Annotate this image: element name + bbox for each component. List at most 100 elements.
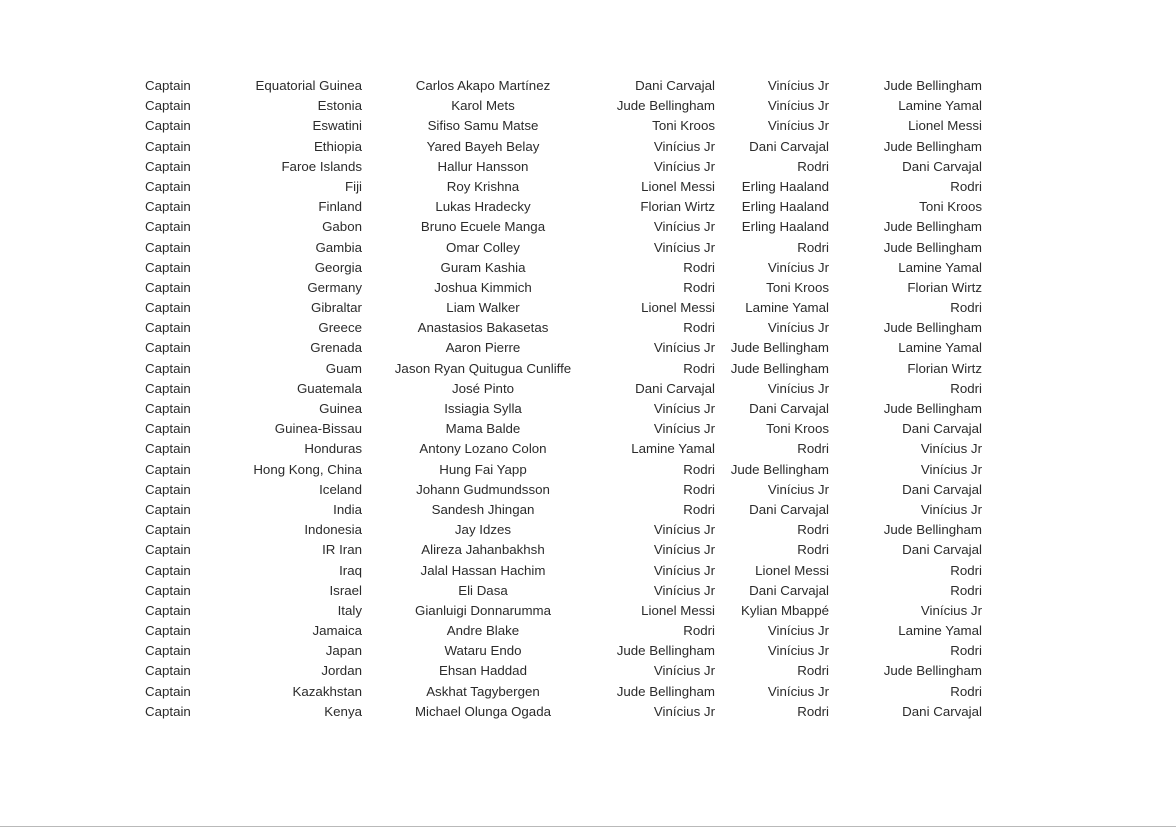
- table-row: Captain Estonia Karol Mets Jude Bellingham V…: [145, 96, 983, 116]
- cell-country: Gabon: [322, 219, 362, 235]
- table-row: Captain Georgia Guram Kashia Rodri Vinícius …: [145, 258, 983, 278]
- cell-role: Captain: [145, 78, 191, 93]
- table-row: Captain Iceland Johann Gudmundsson Rodri Vin…: [145, 480, 983, 500]
- cell-captain: Aaron Pierre: [445, 340, 521, 356]
- cell-captain: Sifiso Samu Matse: [427, 118, 539, 134]
- cell-player2: Vinícius Jr: [767, 481, 829, 497]
- cell-role: Captain: [145, 138, 191, 154]
- cell-player1: Rodri: [683, 623, 715, 639]
- cell-player1: Vinícius Jr: [653, 239, 715, 255]
- cell-player2: Dani Carvajal: [749, 501, 829, 517]
- table-row: Captain Faroe Islands Hallur Hansson Viníci…: [145, 157, 983, 177]
- cell-captain: Carlos Akapo Martínez: [415, 78, 551, 93]
- cell-role: Captain: [145, 259, 191, 275]
- table-row: Captain Jamaica Andre Blake Rodri Vinícius J…: [145, 621, 983, 641]
- cell-player3: Dani Carvajal: [902, 542, 982, 558]
- table-row: Captain Hong Kong, China Hung Fai Yapp Rodr…: [145, 460, 983, 480]
- cell-player2: Jude Bellingham: [730, 360, 829, 376]
- cell-player3: Toni Kroos: [919, 199, 982, 215]
- cell-role: Captain: [145, 178, 191, 194]
- cell-player1: Rodri: [683, 279, 715, 295]
- cell-captain: Wataru Endo: [444, 643, 522, 659]
- cell-captain: Jason Ryan Quitugua Cunliffe: [394, 360, 572, 376]
- cell-player1: Lamine Yamal: [631, 441, 715, 457]
- cell-player3: Rodri: [950, 562, 982, 578]
- cell-role: Captain: [145, 481, 191, 497]
- cell-player1: Vinícius Jr: [653, 542, 715, 558]
- cell-player1: Rodri: [683, 501, 715, 517]
- cell-country: Indonesia: [304, 522, 362, 538]
- cell-player2: Jude Bellingham: [730, 340, 829, 356]
- cell-player1: Vinícius Jr: [653, 158, 715, 174]
- cell-role: Captain: [145, 239, 191, 255]
- cell-player1: Jude Bellingham: [616, 643, 715, 659]
- cell-captain: Andre Blake: [446, 623, 520, 639]
- cell-role: Captain: [145, 582, 191, 598]
- cell-player3: Jude Bellingham: [883, 663, 982, 679]
- cell-captain: Ehsan Haddad: [439, 663, 527, 679]
- cell-player2: Vinícius Jr: [767, 320, 829, 336]
- cell-captain: Johann Gudmundsson: [416, 481, 550, 497]
- cell-player1: Toni Kroos: [652, 118, 715, 134]
- cell-country: Eswatini: [312, 118, 362, 134]
- cell-captain: Askhat Tagybergen: [426, 683, 540, 699]
- cell-player1: Vinícius Jr: [653, 562, 715, 578]
- cell-player3: Vinícius Jr: [920, 461, 982, 477]
- cell-player3: Lionel Messi: [908, 118, 982, 134]
- cell-role: Captain: [145, 360, 191, 376]
- cell-country: Japan: [325, 643, 362, 659]
- cell-role: Captain: [145, 219, 191, 235]
- cell-player1: Vinícius Jr: [653, 340, 715, 356]
- cell-player1: Rodri: [683, 360, 715, 376]
- cell-player2: Vinícius Jr: [767, 78, 829, 93]
- cell-player1: Vinícius Jr: [653, 219, 715, 235]
- cell-captain: Roy Krishna: [446, 178, 520, 194]
- cell-role: Captain: [145, 401, 191, 416]
- cell-player3: Jude Bellingham: [883, 401, 982, 416]
- cell-player3: Dani Carvajal: [902, 703, 982, 719]
- cell-captain: Joshua Kimmich: [434, 279, 532, 295]
- cell-player3: Florian Wirtz: [907, 360, 982, 376]
- cell-player1: Lionel Messi: [641, 602, 715, 618]
- cell-player2: Rodri: [797, 663, 829, 679]
- cell-captain: Eli Dasa: [458, 582, 508, 598]
- cell-player1: Lionel Messi: [641, 178, 715, 194]
- cell-captain: Mama Balde: [445, 421, 521, 437]
- table-row: Captain Gambia Omar Colley Vinícius Jr Rodri…: [145, 238, 983, 258]
- cell-player1: Lionel Messi: [641, 300, 715, 316]
- cell-country: Jamaica: [312, 623, 362, 639]
- cell-role: Captain: [145, 461, 191, 477]
- cell-role: Captain: [145, 158, 191, 174]
- cell-player3: Jude Bellingham: [883, 522, 982, 538]
- cell-player3: Rodri: [950, 178, 982, 194]
- cell-country: Finland: [318, 199, 362, 215]
- cell-role: Captain: [145, 602, 191, 618]
- cell-country: Estonia: [317, 98, 362, 114]
- cell-player1: Florian Wirtz: [640, 199, 715, 215]
- page-bottom-rule: [0, 826, 1176, 827]
- cell-captain: Anastasios Bakasetas: [417, 320, 549, 336]
- cell-player2: Toni Kroos: [766, 421, 829, 437]
- cell-player1: Vinícius Jr: [653, 421, 715, 437]
- table-row: Captain Ethiopia Yared Bayeh Belay Vinícius…: [145, 137, 983, 157]
- table-row: Captain Guam Jason Ryan Quitugua Cunliffe R…: [145, 359, 983, 379]
- cell-captain: Sandesh Jhingan: [431, 501, 535, 517]
- table-row: Captain Guinea Issiagia Sylla Vinícius Jr Da…: [145, 399, 983, 419]
- cell-country: Italy: [337, 602, 362, 618]
- cell-player3: Jude Bellingham: [883, 239, 982, 255]
- cell-captain: Lukas Hradecky: [435, 199, 531, 215]
- cell-player3: Rodri: [950, 380, 982, 396]
- cell-country: Israel: [329, 582, 362, 598]
- cell-player3: Vinícius Jr: [920, 602, 982, 618]
- cell-player2: Lionel Messi: [755, 562, 829, 578]
- table-row: Captain Greece Anastasios Bakasetas Rodri Vi…: [145, 318, 983, 338]
- cell-player1: Vinícius Jr: [653, 522, 715, 538]
- cell-captain: Liam Walker: [446, 300, 520, 316]
- table-row: Captain Iraq Jalal Hassan Hachim Vinícius J…: [145, 561, 983, 581]
- table-body: Captain Equatorial Guinea Carlos Akapo Mar…: [145, 76, 983, 722]
- cell-player2: Vinícius Jr: [767, 118, 829, 134]
- table-row: Captain Honduras Antony Lozano Colon Lamine…: [145, 439, 983, 459]
- cell-country: Jordan: [321, 663, 362, 679]
- cell-player2: Toni Kroos: [766, 279, 829, 295]
- cell-player2: Rodri: [797, 239, 829, 255]
